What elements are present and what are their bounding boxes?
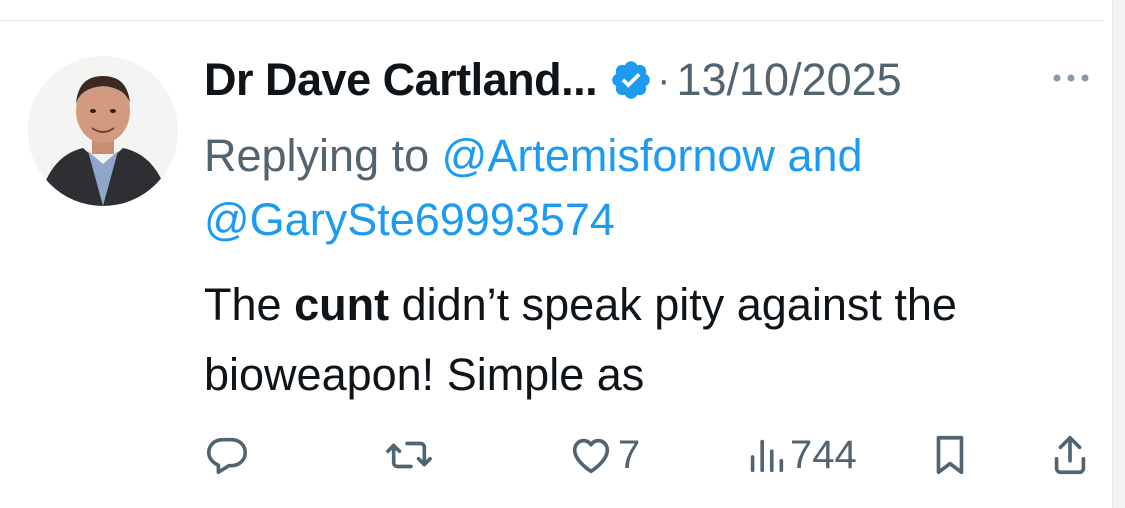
heart-icon (568, 432, 614, 478)
top-divider (0, 20, 1104, 21)
reply-icon (204, 432, 250, 478)
share-icon (1050, 432, 1090, 478)
retweet-button[interactable] (384, 430, 434, 480)
views-count: 744 (790, 432, 857, 477)
replying-to: Replying to @Artemisfornow and @GarySte6… (204, 124, 1064, 252)
share-button[interactable] (1050, 430, 1090, 480)
tweet-header: Dr Dave Cartland... · 13/10/2025 (204, 50, 902, 110)
separator-dot: · (657, 57, 671, 102)
bookmark-icon (930, 432, 970, 478)
reply-button[interactable] (204, 430, 250, 480)
tweet-text: The cunt didn’t speak pity against the b… (204, 270, 1084, 410)
replying-prefix: Replying to (204, 130, 430, 181)
views-button[interactable]: 744 (746, 430, 857, 480)
bookmark-button[interactable] (930, 430, 970, 480)
avatar[interactable] (28, 56, 178, 206)
tweet-reply-view: Dr Dave Cartland... · 13/10/2025 Replyin… (0, 0, 1125, 508)
views-chart-icon (746, 432, 786, 478)
mention-link-1[interactable]: @Artemisfornow (442, 130, 775, 181)
display-name[interactable]: Dr Dave Cartland... (204, 54, 598, 106)
more-dots-icon[interactable] (1050, 66, 1092, 90)
mention-link-2[interactable]: @GarySte69993574 (204, 194, 615, 245)
scrollbar-rail[interactable] (1112, 0, 1125, 508)
like-button[interactable]: 7 (568, 430, 640, 480)
retweet-icon (384, 432, 434, 478)
like-count: 7 (618, 432, 641, 477)
verified-badge-icon (609, 58, 653, 102)
action-bar: 7 744 (200, 430, 1100, 480)
tweet-text-bold: cunt (294, 279, 390, 330)
tweet-text-part-1: The (204, 279, 282, 330)
post-date[interactable]: 13/10/2025 (676, 54, 901, 106)
mention-and: and (787, 130, 863, 181)
